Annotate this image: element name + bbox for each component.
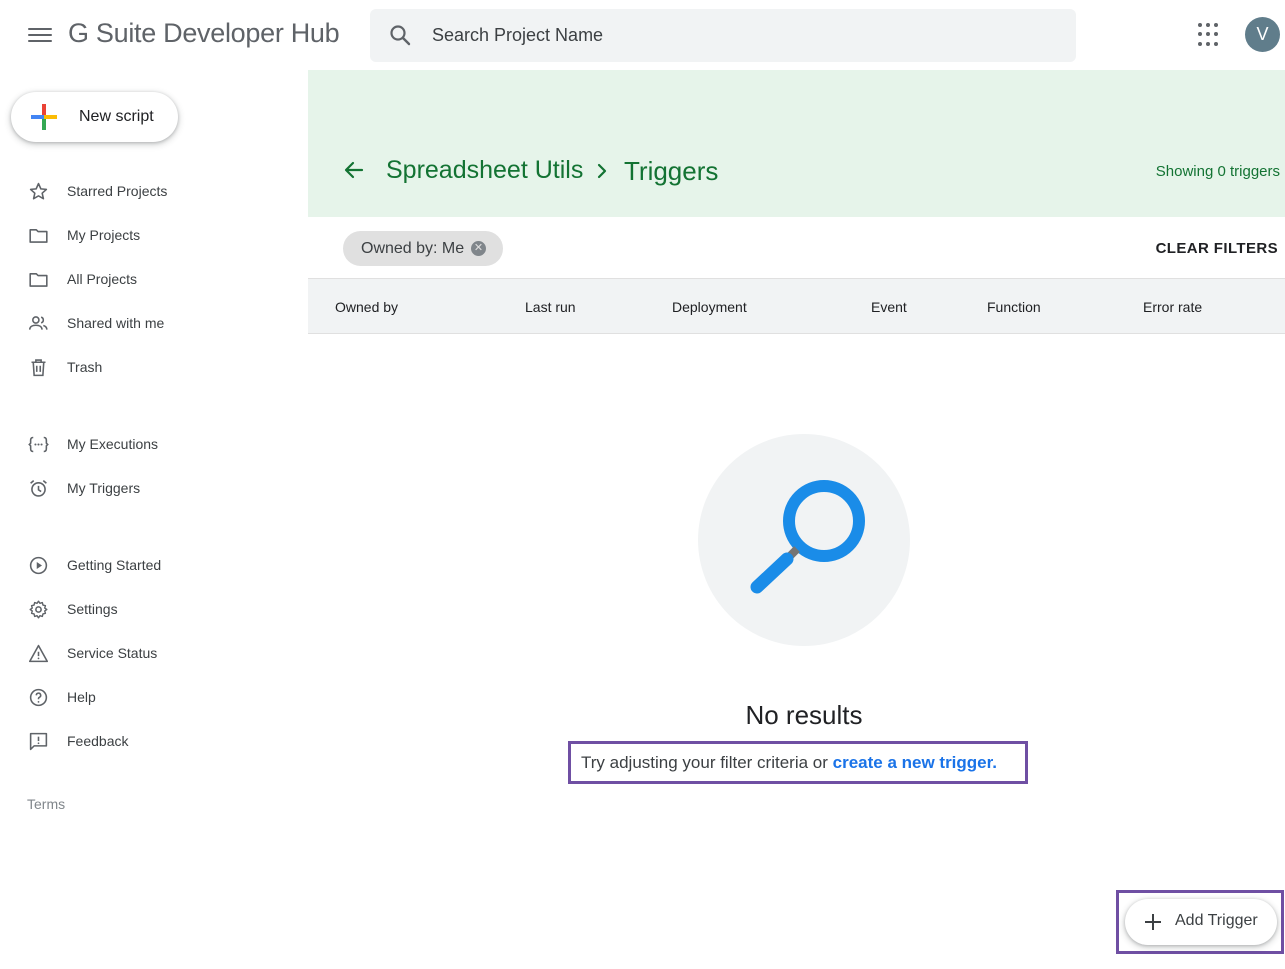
sidebar-item-my-executions[interactable]: My Executions — [0, 424, 300, 464]
search-bar — [370, 9, 1076, 62]
sidebar-item-my-triggers[interactable]: My Triggers — [0, 468, 300, 508]
top-bar: G Suite Developer Hub V — [0, 0, 1285, 70]
clear-filters-button[interactable]: CLEAR FILTERS — [1156, 240, 1278, 257]
create-trigger-link[interactable]: create a new trigger. — [833, 753, 997, 772]
sidebar-item-trash[interactable]: Trash — [0, 347, 300, 387]
colorful-plus-icon — [31, 104, 57, 130]
sidebar-item-label: My Triggers — [67, 480, 141, 496]
hamburger-menu-icon[interactable] — [22, 20, 58, 50]
sidebar-item-starred-projects[interactable]: Starred Projects — [0, 171, 300, 211]
feedback-icon — [29, 732, 48, 751]
sidebar-item-getting-started[interactable]: Getting Started — [0, 545, 300, 585]
add-trigger-button[interactable]: Add Trigger — [1125, 899, 1277, 945]
back-arrow-icon[interactable] — [342, 158, 366, 182]
sidebar-item-label: Settings — [67, 601, 118, 617]
column-owned-by[interactable]: Owned by — [335, 299, 398, 315]
executions-icon — [28, 436, 49, 453]
sidebar-item-label: Shared with me — [67, 315, 165, 331]
trash-icon — [31, 359, 46, 377]
empty-state-hint: Try adjusting your filter criteria or cr… — [568, 741, 1028, 784]
column-function[interactable]: Function — [987, 299, 1041, 315]
column-deployment[interactable]: Deployment — [672, 299, 747, 315]
play-circle-icon — [29, 556, 48, 575]
folder-icon — [29, 229, 48, 243]
close-icon[interactable]: ✕ — [471, 241, 486, 256]
sidebar-item-label: All Projects — [67, 271, 138, 287]
hint-text: Try adjusting your filter criteria or cr… — [581, 753, 997, 773]
people-icon — [28, 316, 48, 330]
chevron-right-icon — [597, 163, 607, 179]
star-icon — [29, 182, 48, 200]
sidebar-item-label: Service Status — [67, 645, 158, 661]
sidebar-item-label: My Executions — [67, 436, 159, 452]
sidebar-item-settings[interactable]: Settings — [0, 589, 300, 629]
page-header: Spreadsheet Utils Triggers Showing 0 tri… — [308, 70, 1285, 217]
gear-icon — [29, 600, 48, 619]
apps-grid-icon[interactable] — [1198, 23, 1222, 47]
help-icon — [29, 688, 48, 707]
column-last-run[interactable]: Last run — [525, 299, 576, 315]
avatar[interactable]: V — [1245, 17, 1280, 52]
table-header: Owned by Last run Deployment Event Funct… — [308, 278, 1285, 334]
trigger-count: Showing 0 triggers — [1155, 163, 1280, 180]
terms-link[interactable]: Terms — [27, 796, 65, 812]
sidebar-item-label: Trash — [67, 359, 103, 375]
new-script-label: New script — [79, 108, 154, 125]
magnifier-icon — [750, 480, 865, 594]
sidebar-item-label: Starred Projects — [67, 183, 168, 199]
sidebar-item-my-projects[interactable]: My Projects — [0, 215, 300, 255]
folder-icon — [29, 273, 48, 287]
sidebar-item-feedback[interactable]: Feedback — [0, 721, 300, 761]
warning-icon — [28, 644, 49, 663]
sidebar-item-label: Feedback — [67, 733, 129, 749]
column-error-rate[interactable]: Error rate — [1143, 299, 1202, 315]
filter-chip-label: Owned by: Me — [361, 240, 465, 257]
sidebar-item-service-status[interactable]: Service Status — [0, 633, 300, 673]
breadcrumb-project[interactable]: Spreadsheet Utils — [386, 156, 583, 185]
sidebar-item-help[interactable]: Help — [0, 677, 300, 717]
add-trigger-label: Add Trigger — [1175, 912, 1258, 929]
new-script-button[interactable]: New script — [11, 92, 178, 142]
search-icon[interactable] — [388, 23, 412, 47]
alarm-icon — [30, 480, 47, 497]
sidebar-item-label: Help — [67, 689, 96, 705]
sidebar-item-label: Getting Started — [67, 557, 162, 573]
app-logo[interactable]: G Suite Developer Hub — [68, 18, 340, 49]
page-title: Triggers — [624, 156, 719, 186]
search-input[interactable] — [432, 9, 1052, 62]
sidebar-item-label: My Projects — [67, 227, 141, 243]
column-event[interactable]: Event — [871, 299, 907, 315]
sidebar-item-all-projects[interactable]: All Projects — [0, 259, 300, 299]
sidebar-item-shared-with-me[interactable]: Shared with me — [0, 303, 300, 343]
filter-chip-owned-by[interactable]: Owned by: Me ✕ — [343, 231, 503, 266]
hint-prefix: Try adjusting your filter criteria or — [581, 753, 833, 772]
plus-icon — [1145, 914, 1161, 930]
empty-state-title: No results — [745, 700, 863, 730]
add-trigger-highlight: Add Trigger — [1116, 890, 1284, 954]
